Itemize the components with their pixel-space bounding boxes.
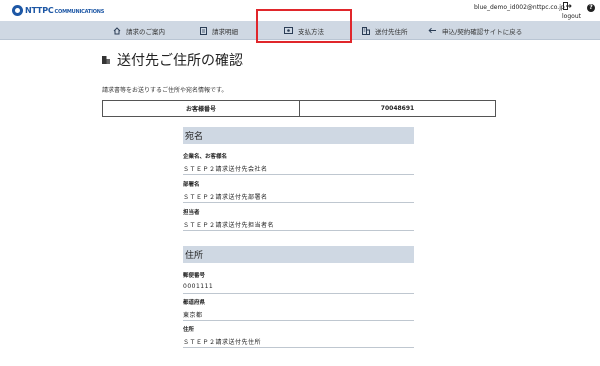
user-email: blue_demo_id002@nttpc.co.jp: [474, 4, 565, 11]
help-icon[interactable]: ?: [587, 4, 595, 12]
field-label: 担当者: [183, 210, 200, 216]
field-label: 部署名: [183, 182, 200, 188]
field-value: ＳＴＥＰ２請求送付先部署名: [183, 192, 414, 203]
nav-item-label: 送付先住所: [375, 27, 408, 36]
customer-number-table: お客様番号 70048691: [102, 100, 496, 117]
contact-person-field: 担当者 ＳＴＥＰ２請求送付先担当者名: [183, 208, 414, 231]
field-label: 住所: [183, 327, 195, 333]
address-section: 住所 郵便番号 0001111 都道府県 東京都 住所 ＳＴＥＰ２請求送付先住所: [183, 246, 414, 356]
section-heading: 宛名: [183, 127, 414, 144]
highlight-annotation-box: [256, 9, 352, 43]
home-icon: [113, 26, 121, 34]
field-value: 東京都: [183, 310, 414, 321]
building-icon: [362, 26, 370, 35]
nav-item-billing-details[interactable]: 請求明細: [200, 21, 238, 40]
back-arrow-icon: [428, 27, 436, 34]
postal-code-field: 郵便番号 0001111: [183, 271, 414, 294]
nav-item-delivery-address[interactable]: 送付先住所: [362, 21, 408, 40]
nav-item-label: 請求明細: [212, 27, 238, 36]
customer-number-label: お客様番号: [185, 106, 216, 113]
customer-number-value: 70048691: [299, 101, 495, 116]
company-name-field: 企業名、お客様名 ＳＴＥＰ２請求送付先会社名: [183, 152, 414, 175]
prefecture-field: 都道府県 東京都: [183, 298, 414, 321]
logout-link[interactable]: logout: [562, 13, 581, 20]
nav-item-label: 請求のご案内: [126, 27, 165, 36]
addressee-section: 宛名 企業名、お客様名 ＳＴＥＰ２請求送付先会社名 部署名 ＳＴＥＰ２請求送付先…: [183, 127, 414, 232]
street-address-field: 住所 ＳＴＥＰ２請求送付先住所: [183, 325, 414, 348]
field-label: 都道府県: [183, 300, 206, 306]
field-label: 郵便番号: [183, 273, 206, 279]
logo-text: NTTPCCOMMUNICATIONS: [25, 5, 105, 15]
field-value: 0001111: [183, 283, 414, 294]
field-label: 企業名、お客様名: [183, 154, 228, 160]
document-icon: [200, 26, 207, 35]
section-heading: 住所: [183, 246, 414, 263]
field-value: ＳＴＥＰ２請求送付先住所: [183, 337, 414, 348]
department-field: 部署名 ＳＴＥＰ２請求送付先部署名: [183, 180, 414, 203]
page-title: 送付先ご住所の確認: [102, 50, 243, 70]
building-icon: [102, 56, 110, 64]
logout-icon[interactable]: [563, 2, 572, 10]
field-value: ＳＴＥＰ２請求送付先会社名: [183, 164, 414, 175]
nttpc-logo[interactable]: NTTPCCOMMUNICATIONS: [12, 4, 104, 16]
nav-item-billing-guide[interactable]: 請求のご案内: [113, 21, 165, 40]
field-value: ＳＴＥＰ２請求送付先担当者名: [183, 220, 414, 231]
page-title-text: 送付先ご住所の確認: [117, 53, 243, 69]
nav-item-back-to-contract-site[interactable]: 申込/契約確認サイトに戻る: [428, 21, 522, 40]
intro-text: 請求書等をお送りするご住所や宛名情報です。: [102, 87, 228, 94]
nav-item-label: 申込/契約確認サイトに戻る: [442, 27, 523, 36]
ntt-logo-mark-icon: [12, 4, 23, 16]
